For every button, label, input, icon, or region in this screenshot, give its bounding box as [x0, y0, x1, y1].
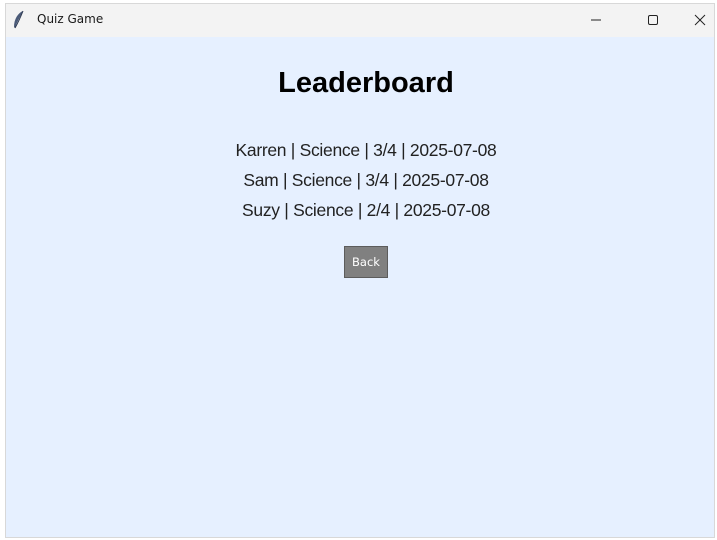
close-button[interactable] — [677, 4, 714, 36]
leaderboard-entry: Sam | Science | 3/4 | 2025-07-08 — [243, 170, 489, 190]
leaderboard-panel: Leaderboard Karren | Science | 3/4 | 202… — [6, 37, 714, 537]
window-title: Quiz Game — [37, 12, 104, 26]
minimize-icon — [591, 19, 601, 21]
minimize-button[interactable] — [573, 4, 619, 36]
leaderboard-list: Karren | Science | 3/4 | 2025-07-08 Sam … — [6, 135, 714, 225]
back-button[interactable]: Back — [344, 246, 388, 278]
maximize-button[interactable] — [630, 4, 676, 36]
feather-icon — [12, 10, 26, 30]
app-window: Quiz Game Leaderboard Karren | Science |… — [5, 3, 715, 538]
page-title: Leaderboard — [278, 67, 454, 99]
title-bar[interactable]: Quiz Game — [6, 4, 714, 37]
leaderboard-entry: Karren | Science | 3/4 | 2025-07-08 — [235, 140, 497, 160]
close-icon — [694, 14, 706, 26]
leaderboard-entry: Suzy | Science | 2/4 | 2025-07-08 — [242, 200, 490, 220]
maximize-icon — [648, 15, 658, 25]
